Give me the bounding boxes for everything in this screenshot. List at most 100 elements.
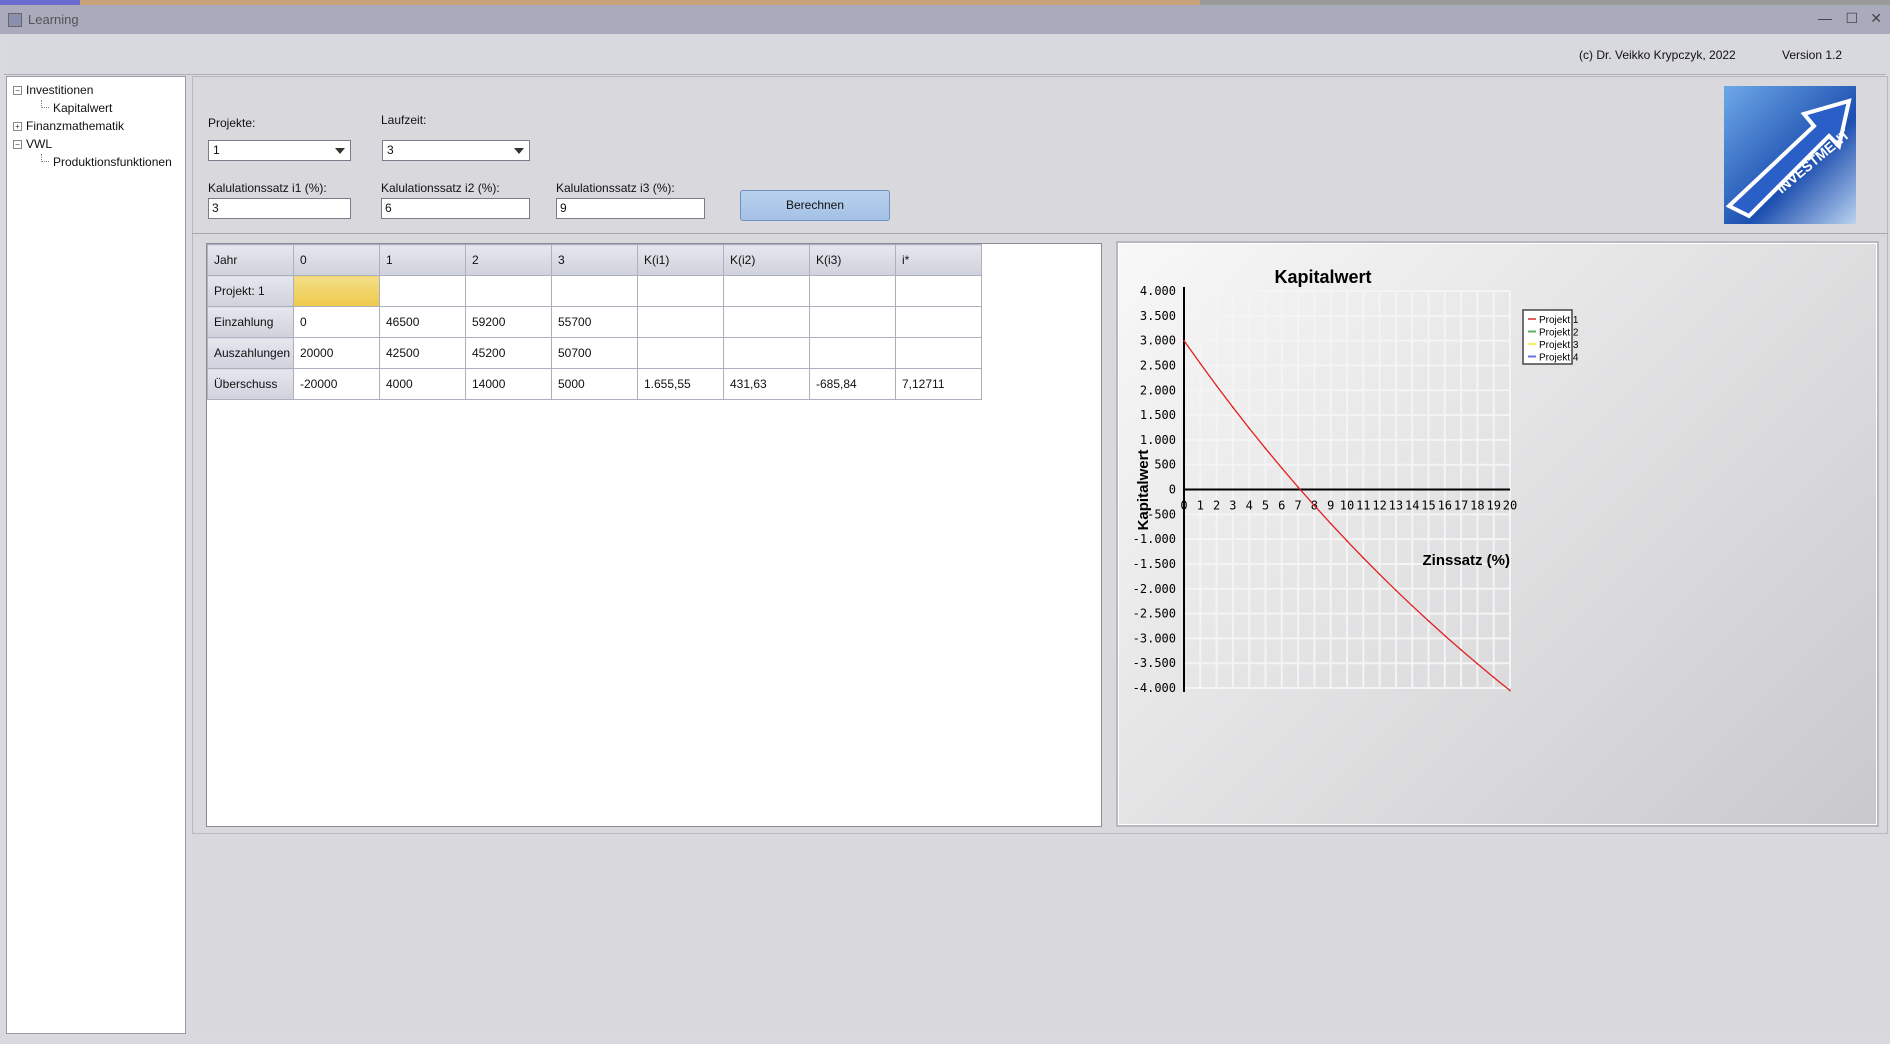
table-cell[interactable]: 50700 [551, 337, 638, 369]
table-cell[interactable] [895, 306, 982, 338]
table-cell[interactable] [723, 275, 810, 307]
table-cell[interactable]: 46500 [379, 306, 466, 338]
berechnen-button[interactable]: Berechnen [740, 190, 890, 221]
table-cell[interactable]: -685,84 [809, 368, 896, 400]
row-header[interactable]: Einzahlung [207, 306, 294, 338]
laufzeit-value: 3 [387, 143, 394, 157]
x-tick-label: 4 [1246, 499, 1253, 513]
y-tick-label: -1.500 [1133, 557, 1176, 571]
cashflow-table: Jahr 0 1 2 3 K(i1) K(i2) K(i3) i* Projekt: 1 Einza… [207, 244, 982, 400]
table-cell[interactable] [293, 275, 380, 307]
table-cell[interactable] [895, 337, 982, 369]
i3-input[interactable]: 9 [556, 198, 705, 219]
data-point [1281, 467, 1283, 469]
kapitalwert-chart: 4.000 3.500 3.000 2.500 2.000 1.500 1.000 500 0 -… [1133, 267, 1579, 695]
data-point [1411, 605, 1413, 607]
data-point [1215, 384, 1218, 387]
x-tick-label: 11 [1356, 499, 1370, 513]
table-cell[interactable]: 42500 [379, 337, 466, 369]
table-cell[interactable] [637, 337, 724, 369]
chart-panel: 4.000 3.500 3.000 2.500 2.000 1.500 1.000 500 0 -… [1116, 241, 1879, 827]
tree-item[interactable]: − VWL [13, 135, 179, 153]
table-cell[interactable] [809, 337, 896, 369]
table-cell[interactable]: 20000 [293, 337, 380, 369]
y-tick-label: -2.500 [1133, 607, 1176, 621]
table-cell[interactable]: 5000 [551, 368, 638, 400]
projekte-dropdown[interactable]: 1 [208, 140, 351, 161]
laufzeit-dropdown[interactable]: 3 [382, 140, 530, 161]
i3-label: Kalulationssatz i3 (%): [556, 181, 675, 195]
table-cell[interactable]: 59200 [465, 306, 552, 338]
y-tick-label: 1.500 [1140, 408, 1176, 422]
table-cell[interactable]: 55700 [551, 306, 638, 338]
x-tick-label: 10 [1340, 499, 1354, 513]
data-point [1329, 522, 1332, 525]
table-cell[interactable] [465, 275, 552, 307]
column-header: 0 [293, 244, 380, 276]
minimize-button[interactable]: — [1818, 10, 1832, 26]
y-tick-label: -3.000 [1133, 631, 1176, 645]
data-point [1509, 689, 1511, 692]
table-cell[interactable]: 0 [293, 306, 380, 338]
row-header[interactable]: Überschuss [207, 368, 294, 400]
table-cell[interactable]: -20000 [293, 368, 380, 400]
investment-arrow-icon: INVESTMENT [1725, 98, 1853, 219]
x-tick-label: 12 [1372, 499, 1386, 513]
chevron-down-icon [335, 148, 345, 154]
collapse-icon[interactable]: − [13, 139, 22, 149]
x-tick-label: 14 [1405, 499, 1419, 513]
column-header: 3 [551, 244, 638, 276]
i1-input[interactable]: 3 [208, 198, 351, 219]
table-cell[interactable]: 1.655,55 [637, 368, 724, 400]
tree-item[interactable]: Kapitalwert [13, 99, 179, 117]
expand-icon[interactable]: + [13, 121, 22, 131]
i2-input[interactable]: 6 [381, 198, 530, 219]
tree-item-label: Kapitalwert [53, 101, 113, 115]
tree-item-label: Produktionsfunktionen [53, 155, 172, 169]
data-point [1395, 589, 1397, 592]
data-point [1313, 504, 1316, 507]
table-cell[interactable] [551, 275, 638, 307]
i1-label: Kalulationssatz i1 (%): [208, 181, 327, 195]
table-cell[interactable]: 4000 [379, 368, 466, 400]
table-cell[interactable] [809, 275, 896, 307]
table-cell[interactable] [379, 275, 466, 307]
table-cell[interactable]: 45200 [465, 337, 552, 369]
x-tick-label: 9 [1327, 499, 1334, 513]
x-tick-label: 5 [1262, 499, 1269, 513]
x-axis-label: Zinssatz (%) [1422, 552, 1510, 569]
investment-logo: INVESTMENT [1724, 86, 1856, 224]
table-cell[interactable] [723, 337, 810, 369]
data-point [1346, 540, 1348, 542]
y-tick-label: 500 [1154, 458, 1176, 472]
column-header: K(i2) [723, 244, 810, 276]
data-point [1183, 339, 1185, 342]
table-cell[interactable] [637, 275, 724, 307]
data-point [1378, 573, 1381, 576]
legend-entry: Projekt 4 [1539, 353, 1579, 364]
y-axis-label: Kapitalwert [1135, 450, 1152, 531]
table-row: Auszahlungen 20000 42500 45200 50700 [207, 337, 982, 369]
table-cell[interactable] [895, 275, 982, 307]
row-header[interactable]: Auszahlungen [207, 337, 294, 369]
close-button[interactable]: ✕ [1870, 10, 1882, 27]
data-point [1362, 557, 1365, 559]
legend-entry: Projekt 3 [1539, 340, 1579, 351]
y-tick-label: -4.000 [1133, 681, 1176, 695]
projekte-label: Projekte: [208, 116, 256, 130]
data-point [1232, 406, 1234, 409]
table-cell[interactable]: 431,63 [723, 368, 810, 400]
collapse-icon[interactable]: − [13, 85, 22, 95]
table-cell[interactable] [809, 306, 896, 338]
maximize-button[interactable]: ☐ [1845, 10, 1858, 27]
row-header[interactable]: Projekt: 1 [207, 275, 294, 307]
tree-item[interactable]: − Investitionen [13, 81, 179, 99]
tree-item[interactable]: + Finanzmathematik [13, 117, 179, 135]
table-cell[interactable] [723, 306, 810, 338]
tree-item[interactable]: Produktionsfunktionen [13, 153, 179, 171]
table-cell[interactable]: 14000 [465, 368, 552, 400]
table-cell[interactable]: 7,12711 [895, 368, 982, 400]
x-tick-label: 6 [1278, 499, 1285, 513]
table-cell[interactable] [637, 306, 724, 338]
tree-item-label: VWL [26, 137, 53, 151]
